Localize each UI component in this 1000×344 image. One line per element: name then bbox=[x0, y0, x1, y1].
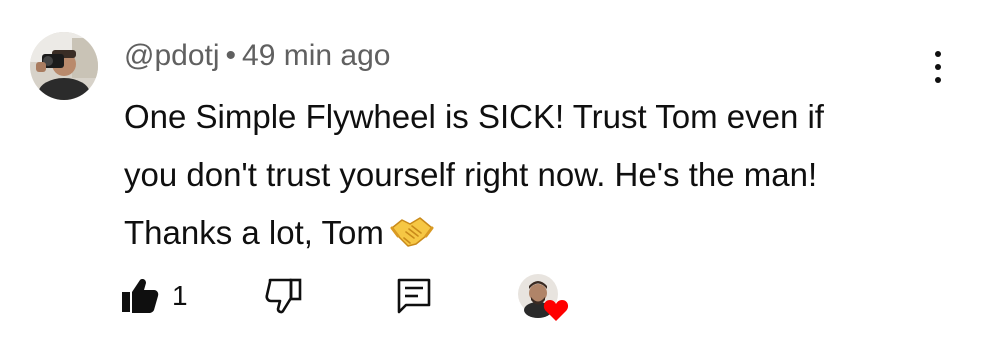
meta-separator: • bbox=[225, 39, 237, 72]
comment-item: @pdotj • 49 min ago One Simple Flywheel is… bbox=[0, 0, 1000, 344]
creator-heart-badge bbox=[514, 272, 572, 322]
reply-comment-icon bbox=[397, 278, 431, 314]
like-button[interactable] bbox=[120, 276, 160, 316]
comment-text: One Simple Flywheel is SICK! Trust Tom e… bbox=[124, 88, 944, 268]
user-avatar[interactable] bbox=[30, 32, 98, 100]
comment-meta: @pdotj • 49 min ago bbox=[124, 36, 390, 76]
comment-text-line: One Simple Flywheel is SICK! Trust Tom e… bbox=[124, 98, 824, 135]
comment-text-line-last: Thanks a lot, Tom bbox=[124, 204, 944, 268]
reply-button[interactable] bbox=[394, 276, 434, 316]
more-vertical-icon-dot bbox=[935, 77, 941, 83]
like-count: 1 bbox=[172, 280, 188, 311]
more-options-button[interactable] bbox=[918, 45, 958, 89]
comment-text-line: Thanks a lot, Tom bbox=[124, 214, 384, 251]
comment-author[interactable]: @pdotj bbox=[124, 39, 220, 72]
comment-actions: 1 bbox=[0, 266, 1000, 322]
handshake-icon bbox=[390, 210, 434, 268]
avatar-image bbox=[30, 32, 98, 100]
comment-timestamp[interactable]: 49 min ago bbox=[242, 39, 390, 72]
more-vertical-icon bbox=[935, 51, 941, 57]
comment-text-line: you don't trust yourself right now. He's… bbox=[124, 156, 818, 193]
thumbs-down-outline-icon bbox=[265, 278, 302, 314]
dislike-button[interactable] bbox=[264, 276, 304, 316]
more-vertical-icon-dot bbox=[935, 64, 941, 70]
thumbs-up-filled-icon bbox=[122, 279, 159, 313]
creator-heart-icon bbox=[518, 274, 569, 321]
